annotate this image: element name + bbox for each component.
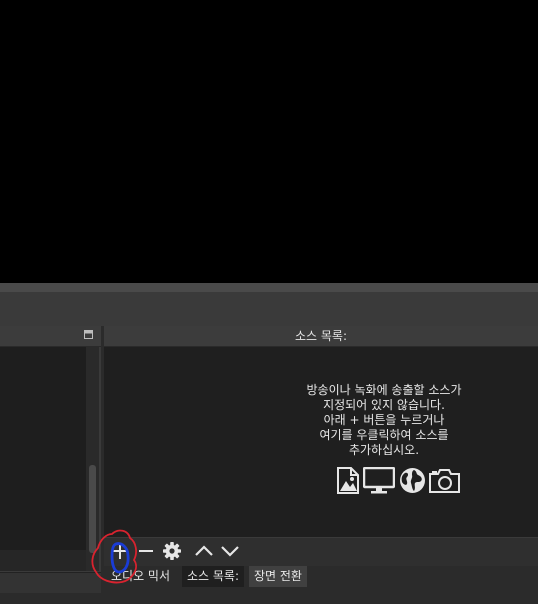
empty-message-line: 방송이나 녹화에 송출할 소스가 [306,383,462,397]
move-source-down-button[interactable] [218,538,242,564]
scenes-list-footer [0,550,86,571]
source-type-icons [337,466,467,498]
camera-icon [429,467,460,498]
remove-source-button[interactable] [134,538,158,564]
scenes-scrollbar[interactable] [86,347,99,571]
sources-dock-title: 소스 목록: [294,329,348,343]
empty-message-line: 아래 + 버튼을 누르거나 [323,413,445,427]
sources-dock-title-bar: 소스 목록: [104,326,538,346]
move-up-icon [195,545,213,556]
scenes-toolbar [0,572,101,593]
move-source-up-button[interactable] [192,538,216,564]
scenes-list[interactable] [0,347,86,561]
browser-globe-icon [399,467,426,498]
empty-message-line: 여기를 우클릭하여 소스를 [319,428,449,442]
add-source-button[interactable] [108,538,132,564]
preview-divider[interactable] [0,283,538,292]
scrollbar-thumb[interactable] [89,465,96,553]
scenes-dock [0,326,101,593]
image-icon [337,467,359,498]
preview-canvas[interactable] [0,0,538,283]
empty-sources-message: 방송이나 녹화에 송출할 소스가 지정되어 있지 않습니다. 아래 + 버튼을 … [254,383,514,458]
add-icon [112,543,128,559]
empty-message-line: 추가하십시오. [348,443,420,457]
move-down-icon [221,546,239,557]
sources-list[interactable]: 방송이나 녹화에 송출할 소스가 지정되어 있지 않습니다. 아래 + 버튼을 … [104,347,538,537]
sources-dock: 소스 목록: 방송이나 녹화에 송출할 소스가 지정되어 있지 않습니다. 아래… [104,326,538,567]
remove-icon [139,550,153,552]
tab-scene-transitions[interactable]: 장면 전환 [249,566,307,587]
tab-sources[interactable]: 소스 목록: [182,566,245,587]
dock-tab-bar: 오디오 믹서 소스 목록: 장면 전환 [104,566,538,604]
float-dock-icon[interactable] [84,330,93,339]
empty-message-line: 지정되어 있지 않습니다. [323,398,445,412]
source-properties-button[interactable] [160,538,184,564]
sources-toolbar [104,537,538,567]
dock-area-band [0,292,538,326]
gear-icon [163,542,181,560]
display-capture-icon [362,466,396,498]
scenes-dock-title-bar [0,326,101,347]
tab-audio-mixer[interactable]: 오디오 믹서 [106,566,175,587]
